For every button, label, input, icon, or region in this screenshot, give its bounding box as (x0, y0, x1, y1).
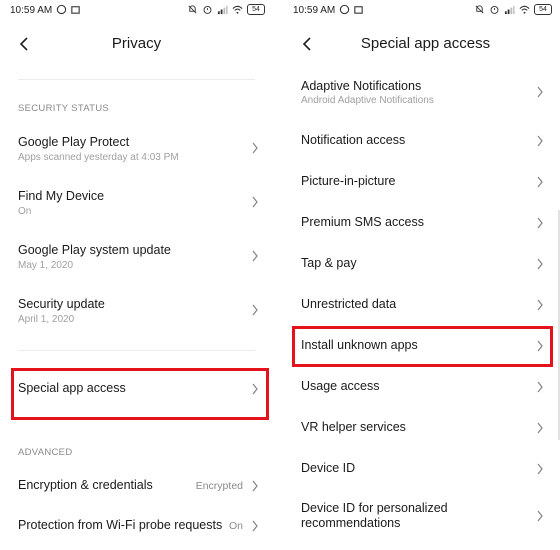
encryption-credentials-item[interactable]: Encryption & credentials Encrypted (0, 470, 273, 502)
alarm-icon (202, 4, 213, 15)
page-title: Privacy (111, 35, 162, 52)
chevron-right-icon (251, 303, 259, 316)
premium-sms-access-item[interactable]: Premium SMS access (287, 210, 560, 234)
mute-bell-icon (187, 4, 198, 15)
item-value: On (228, 520, 243, 532)
item-title: Install unknown apps (301, 338, 418, 352)
notification-access-item[interactable]: Notification access (287, 128, 560, 152)
vr-helper-services-item[interactable]: VR helper services (287, 415, 560, 439)
chevron-right-icon (536, 380, 544, 393)
wifi-probe-protection-item[interactable]: Protection from Wi-Fi probe requests On (0, 510, 273, 542)
item-title: Unrestricted data (301, 297, 397, 311)
item-title: Security update (18, 297, 105, 311)
chevron-right-icon (536, 421, 544, 434)
google-play-system-update-item[interactable]: Google Play system update May 1, 2020 (0, 236, 273, 286)
unrestricted-data-item[interactable]: Unrestricted data (287, 292, 560, 316)
wifi-icon (232, 4, 243, 15)
signal-icon (504, 4, 515, 15)
item-value: Encrypted (195, 480, 243, 492)
chevron-right-icon (536, 175, 544, 188)
item-subtitle: Android Adaptive Notifications (301, 95, 434, 106)
chevron-right-icon (251, 141, 259, 154)
tap-and-pay-item[interactable]: Tap & pay (287, 251, 560, 275)
section-header-security-status: SECURITY STATUS (18, 103, 110, 114)
chevron-right-icon (251, 479, 259, 492)
device-id-personalized-recommendations-item[interactable]: Device ID for personalized recommendatio… (287, 497, 560, 533)
chevron-right-icon (251, 249, 259, 262)
status-bar: 10:59 AM 54 (287, 0, 560, 22)
notification-box-icon (70, 4, 81, 15)
adaptive-notifications-item[interactable]: Adaptive Notifications Android Adaptive … (287, 74, 560, 114)
item-title: VR helper services (301, 420, 406, 434)
find-my-device-item[interactable]: Find My Device On (0, 182, 273, 232)
google-play-protect-item[interactable]: Google Play Protect Apps scanned yesterd… (0, 128, 273, 178)
item-title: Special app access (18, 381, 126, 395)
signal-icon (217, 4, 228, 15)
whatsapp-icon (56, 4, 67, 15)
screen-gap (273, 0, 287, 550)
chevron-right-icon (536, 339, 544, 352)
status-time: 10:59 AM (293, 5, 336, 16)
divider (18, 79, 255, 80)
battery-indicator: 54 (534, 4, 552, 15)
chevron-right-icon (536, 85, 544, 98)
device-id-item[interactable]: Device ID (287, 456, 560, 480)
alarm-icon (489, 4, 500, 15)
install-unknown-apps-item[interactable]: Install unknown apps (287, 333, 560, 357)
battery-indicator: 54 (247, 4, 265, 15)
chevron-right-icon (536, 216, 544, 229)
item-title: Adaptive Notifications (301, 79, 422, 93)
chevron-right-icon (536, 462, 544, 475)
privacy-screen: 10:59 AM 54 Privacy SECURITY STATUS Goog… (0, 0, 273, 550)
whatsapp-icon (339, 4, 350, 15)
picture-in-picture-item[interactable]: Picture-in-picture (287, 169, 560, 193)
item-title: Device ID (301, 461, 356, 475)
special-app-access-screen: 10:59 AM 54 Special app access Adaptive … (287, 0, 560, 550)
section-header-advanced: ADVANCED (18, 447, 73, 458)
divider (18, 350, 255, 351)
item-subtitle: Apps scanned yesterday at 4:03 PM (18, 152, 179, 163)
status-bar: 10:59 AM 54 (0, 0, 273, 22)
item-title: Encryption & credentials (18, 478, 153, 492)
chevron-right-icon (536, 257, 544, 270)
item-title: Usage access (301, 379, 380, 393)
chevron-right-icon (536, 298, 544, 311)
item-title: Notification access (301, 133, 406, 147)
mute-bell-icon (474, 4, 485, 15)
chevron-right-icon (251, 519, 259, 532)
item-title: Tap & pay (301, 256, 357, 270)
item-title: Device ID for personalized (301, 501, 448, 515)
item-subtitle: On (18, 206, 32, 217)
special-app-access-item[interactable]: Special app access (0, 370, 273, 410)
item-title: Premium SMS access (301, 215, 424, 229)
item-subtitle: May 1, 2020 (18, 260, 74, 271)
item-title: Google Play Protect (18, 135, 130, 149)
chevron-right-icon (536, 509, 544, 522)
chevron-right-icon (251, 382, 259, 395)
item-title: Picture-in-picture (301, 174, 396, 188)
item-title: Find My Device (18, 189, 105, 203)
item-title-line2: recommendations (301, 516, 401, 530)
page-title: Special app access (360, 35, 491, 52)
status-time: 10:59 AM (10, 5, 53, 16)
chevron-right-icon (536, 134, 544, 147)
item-title: Google Play system update (18, 243, 171, 257)
item-subtitle: April 1, 2020 (18, 314, 75, 325)
chevron-right-icon (251, 195, 259, 208)
notification-box-icon (353, 4, 364, 15)
wifi-icon (519, 4, 530, 15)
security-update-item[interactable]: Security update April 1, 2020 (0, 290, 273, 340)
item-title: Protection from Wi-Fi probe requests (18, 518, 223, 532)
usage-access-item[interactable]: Usage access (287, 374, 560, 398)
